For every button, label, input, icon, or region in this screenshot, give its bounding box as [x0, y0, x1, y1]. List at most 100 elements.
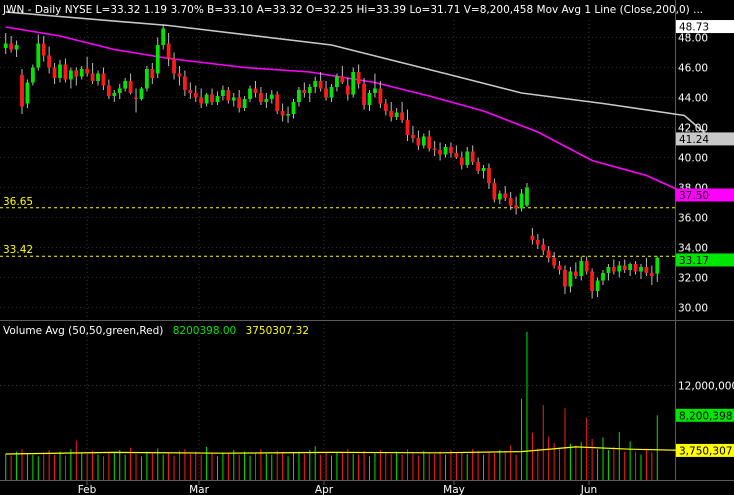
header-sep-1: -: [28, 4, 35, 16]
candle-body: [280, 111, 285, 116]
volume-value: V=8,200,458: [464, 4, 533, 16]
month-label: Jun: [580, 484, 597, 495]
candle-body: [96, 73, 100, 81]
ask-price: A=33.32: [257, 4, 303, 16]
candle-body: [601, 273, 605, 281]
stock-chart: 36.6533.42 30.0032.0034.0036.0038.0040.0…: [0, 0, 734, 495]
candle-body: [134, 97, 138, 99]
candle-body: [595, 280, 600, 291]
candle-body: [459, 157, 464, 165]
price-tick-label: 40.00: [678, 153, 708, 165]
candle-body: [248, 88, 252, 99]
candle-body: [144, 69, 149, 89]
candle-body: [242, 99, 247, 108]
candle-body: [530, 235, 535, 240]
candle-body: [106, 85, 111, 96]
candle-body: [259, 93, 263, 102]
candle-body: [25, 82, 30, 104]
candle-body: [454, 153, 459, 158]
volume-header: Volume Avg (50,50,green,Red) 8200398.00 …: [3, 325, 309, 337]
candle-body: [525, 187, 529, 206]
candle-body: [345, 85, 350, 95]
change-value: 1.19: [144, 4, 167, 16]
open-price: O=32.25: [306, 4, 353, 16]
bid-price: B=33.10: [207, 4, 253, 16]
candle-body: [449, 147, 453, 153]
candle-body: [563, 270, 567, 287]
candle-body: [297, 90, 301, 102]
candle-body: [324, 88, 328, 98]
candle-body: [318, 81, 323, 89]
candle-body: [628, 264, 633, 270]
candle-body: [329, 87, 334, 98]
candle-body: [177, 73, 182, 77]
candle-body: [291, 102, 296, 114]
candle-body: [481, 168, 486, 171]
price-tick-label: 48.00: [678, 33, 708, 45]
candle-body: [389, 111, 394, 117]
candle-body: [541, 244, 546, 251]
candle-body: [20, 75, 24, 107]
candle-body: [470, 151, 475, 162]
price-tick-label: 46.00: [678, 63, 708, 75]
candle-body: [36, 43, 41, 68]
candle-body: [128, 81, 133, 93]
candle-body: [199, 97, 204, 104]
candle-body: [275, 94, 280, 111]
candle-body: [210, 94, 214, 102]
symbol: JWN: [2, 4, 24, 16]
volume-marker: 8,200,398: [679, 410, 732, 422]
candle-body: [552, 258, 557, 266]
last-price: L=33.32: [96, 4, 141, 16]
volume-indicator-label: Volume Avg (50,50,green,Red): [3, 325, 163, 337]
candle-body: [649, 273, 654, 276]
candle-body: [546, 250, 551, 258]
candle-body: [307, 87, 312, 93]
candle-body: [172, 58, 176, 74]
candle-body: [74, 70, 79, 77]
chart-header: JWN - Daily NYSE L=33.32 1.19 3.70% B=33…: [2, 4, 703, 16]
candle-body: [14, 45, 19, 50]
candle-body: [356, 72, 361, 84]
candle-body: [286, 114, 290, 116]
candle-body: [611, 267, 616, 272]
candle-body: [584, 261, 589, 272]
chart-background: [0, 0, 734, 495]
candle-body: [52, 67, 57, 78]
candle-body: [655, 257, 660, 274]
price-tick-label: 30.00: [678, 303, 708, 315]
volume-tick-label: 12,000,000: [678, 380, 734, 392]
candle-body: [579, 261, 584, 276]
candle-body: [590, 271, 595, 291]
candle-body: [535, 240, 540, 245]
candle-body: [41, 43, 46, 56]
candle-body: [193, 93, 198, 98]
candle-body: [383, 103, 388, 111]
candle-body: [367, 93, 372, 105]
interval: Daily: [35, 4, 62, 16]
candle-body: [497, 193, 502, 200]
change-percent: 3.70%: [170, 4, 203, 16]
candle-body: [438, 150, 442, 155]
candle-body: [340, 76, 345, 83]
candle-body: [204, 94, 209, 104]
candle-body: [411, 135, 415, 138]
low-price: Lo=31.71: [409, 4, 460, 16]
price-tick-label: 36.00: [678, 213, 708, 225]
candle-body: [253, 88, 258, 93]
candle-body: [313, 81, 318, 87]
candle-body: [231, 97, 236, 101]
candle-body: [421, 136, 426, 146]
candle-body: [112, 93, 117, 96]
candle-body: [302, 90, 307, 93]
candle-body: [519, 193, 524, 209]
candle-body: [237, 97, 242, 108]
candle-body: [633, 264, 638, 272]
candle-body: [9, 43, 14, 50]
candle-body: [47, 55, 52, 68]
candle-body: [503, 193, 508, 198]
candle-body: [443, 147, 448, 155]
candle-body: [161, 28, 166, 45]
candle-body: [557, 265, 562, 270]
month-label: Apr: [315, 484, 334, 495]
